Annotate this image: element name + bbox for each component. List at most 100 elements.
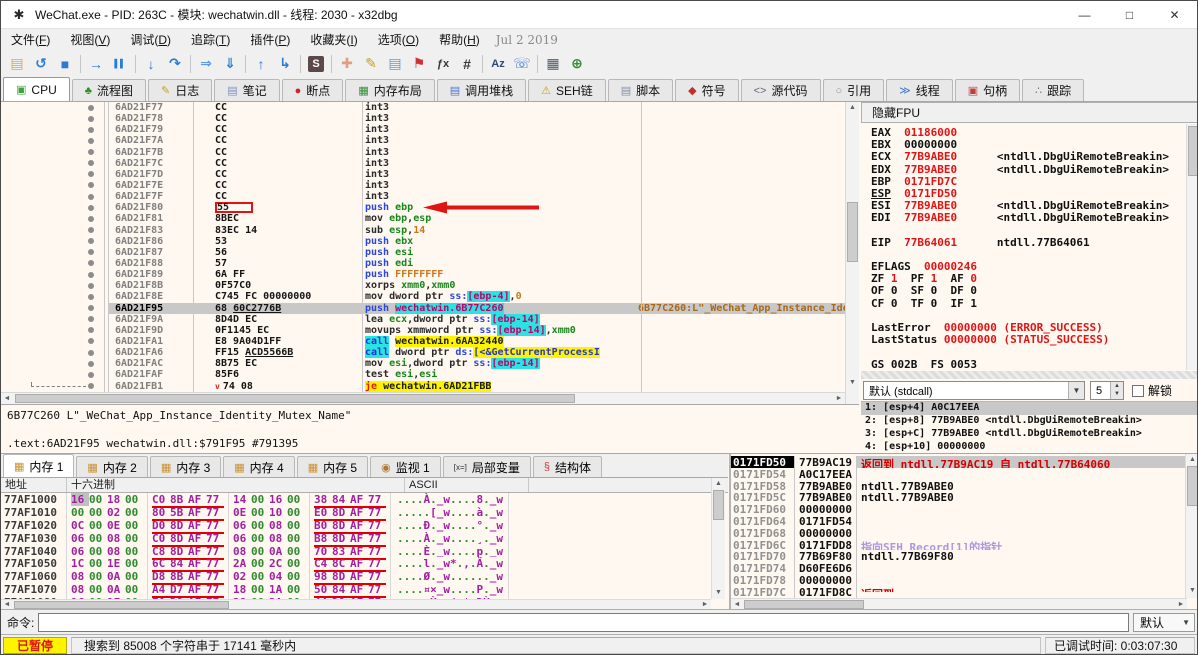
breakpoint-gutter[interactable] [1,157,109,169]
breakpoint-dot-icon[interactable] [88,126,94,133]
restart-button[interactable]: ↺ [29,53,53,75]
breakpoint-gutter[interactable] [1,168,109,180]
disasm-bytes[interactable]: 56 [193,247,365,258]
disasm-address[interactable]: 6AD21F8E [109,291,193,302]
dump-byte-group[interactable]: 98 8D AF 77 [310,570,391,586]
argument-row[interactable]: 2: [esp+8] 77B9ABE0 <ntdll.DbgUiRemoteBr… [861,415,1197,428]
stack-row[interactable]: 0171FD68 00000000 [731,526,1185,540]
register-line[interactable] [871,248,1183,260]
disasm-instruction[interactable]: int3 [365,180,638,191]
breakpoint-dot-icon[interactable] [88,349,94,356]
register-line[interactable]: EAX 01186000 [871,126,1183,139]
disasm-bytes[interactable]: CC [193,124,365,135]
dump-byte-group[interactable]: 50 84 AF 77 [310,583,391,599]
chevron-down-icon[interactable]: ▼ [1068,382,1084,399]
checkbox-icon[interactable] [1132,384,1144,397]
title-bar[interactable]: ✱ WeChat.exe - PID: 263C - 模块: wechatwin… [1,1,1197,29]
breakpoint-dot-icon[interactable] [88,282,94,289]
breakpoint-dot-icon[interactable] [88,327,94,334]
register-line[interactable]: CF 0 TF 0 IF 1 [871,297,1183,310]
breakpoint-gutter[interactable] [1,135,109,147]
stack-value[interactable]: A0C17EEA [795,467,857,481]
hide-fpu-button[interactable]: 隐藏FPU [861,102,1197,123]
dump-byte-group[interactable]: 18 00 1A 00 [229,583,310,596]
attach-button[interactable]: ☏ [510,53,534,75]
stack-row[interactable]: 0171FD58 77B9ABE0 ntdll.77B9ABE0 [731,479,1185,493]
disasm-row[interactable]: 6AD21F8E C745 FC 00000000 mov dword ptr ss… [1,291,845,303]
dump-byte-group[interactable]: 00 00 02 00 [67,505,148,519]
dump-vscrollbar[interactable]: ▲ ▼ [711,478,725,599]
register-line[interactable]: EDX 77B9ABE0 <ntdll.DbgUiRemoteBreakin> [871,163,1183,176]
tab-跟踪[interactable]: ∴ 跟踪 [1022,79,1085,101]
breakpoint-gutter[interactable] [1,124,109,136]
tab-引用[interactable]: ○ 引用 [822,79,885,101]
register-line[interactable] [871,345,1183,357]
tab-内存 3[interactable]: ▦ 内存 3 [149,456,222,477]
disasm-bytes[interactable]: CC [193,169,365,180]
disasm-row[interactable]: 6AD21F9D 0F1145 EC movups xmmword ptr ss:[… [1,324,845,336]
dump-byte-group[interactable]: 16 00 18 00 [67,493,148,506]
breakpoint-gutter[interactable] [1,191,109,203]
disasm-instruction[interactable]: xorps xmm0,xmm0 [365,280,638,291]
breakpoint-gutter[interactable] [1,202,109,214]
disasm-address[interactable]: 6AD21F8B [109,280,193,291]
calculator-button[interactable]: ▦ [541,53,565,75]
breakpoint-gutter[interactable] [1,213,109,225]
disasm-address[interactable]: 6AD21F89 [109,269,193,280]
registers-vscrollbar[interactable] [1186,124,1197,370]
disasm-address[interactable]: 6AD21FAF [109,369,193,380]
disasm-address[interactable]: 6AD21F87 [109,247,193,258]
disasm-address[interactable]: 6AD21F7E [109,180,193,191]
register-line[interactable]: ECX 77B9ABE0 <ntdll.DbgUiRemoteBreakin> [871,150,1183,163]
disasm-row[interactable]: 6AD21F83 83EC 14 sub esp,14 [1,224,845,236]
breakpoint-gutter[interactable] [1,257,109,270]
dump-address[interactable]: 77AF1030 [1,531,67,545]
disasm-row[interactable]: 6AD21F86 53 push ebx [1,235,845,247]
stack-address[interactable]: 0171FD60 [731,503,795,516]
disasm-bytes[interactable]: 57 [193,258,365,269]
register-line[interactable] [871,224,1183,236]
breakpoint-dot-icon[interactable] [88,182,94,189]
disasm-bytes[interactable]: FF15 ACD5566B [193,347,365,358]
breakpoint-gutter[interactable] [1,280,109,292]
disasm-row[interactable]: 6AD21F88 57 push edi [1,257,845,270]
dump-address[interactable]: 77AF1050 [1,557,67,570]
stack-address[interactable]: 0171FD64 [731,514,795,528]
disasm-instruction[interactable]: test esi,esi [365,369,638,380]
tab-内存 2[interactable]: ▦ 内存 2 [76,456,148,477]
tab-流程图[interactable]: ♣ 流程图 [71,79,146,101]
disasm-instruction[interactable]: sub esp,14 [365,225,638,236]
disasm-instruction[interactable]: push wechatwin.6B77C260 [365,302,638,314]
tab-脚本[interactable]: ▤ 脚本 [607,79,674,101]
disasm-instruction[interactable]: movups xmmword ptr ss:[ebp-14],xmm0 [365,324,638,336]
register-line[interactable]: OF 0 SF 0 DF 0 [871,284,1183,297]
register-line[interactable]: LastError 00000000 (ERROR_SUCCESS) [871,321,1183,334]
step-out-button[interactable]: ⇓ [218,53,242,75]
dump-byte-group[interactable]: 80 5B AF 77 [148,505,229,521]
dump-byte-group[interactable]: C8 8D AF 77 [148,544,229,560]
stack-panel[interactable]: 0171FD50 77B9AC19 返回到 ntdll.77B9AC19 自 ntd… [729,454,1197,610]
disasm-bytes[interactable]: 8B75 EC [193,358,365,369]
register-line[interactable]: GS 002B FS 0053 [871,358,1183,370]
disasm-row[interactable]: 6AD21FB1 v 74 08 je wechatwin.6AD21FBB [1,380,845,392]
disasm-bytes[interactable]: 83EC 14 [193,225,365,236]
disasm-bytes[interactable]: 55 [193,202,365,214]
pause-button[interactable]: ▌▌ [108,53,132,75]
disasm-row[interactable]: 6AD21FAC 8B75 EC mov esi,dword ptr ss:[ebp… [1,358,845,370]
stack-value[interactable]: 0171FD54 [795,514,857,528]
disasm-instruction[interactable]: mov dword ptr ss:[ebp-4],0 [365,291,638,303]
disasm-instruction[interactable]: je wechatwin.6AD21FBB [365,380,638,392]
breakpoint-gutter[interactable] [1,102,109,114]
disasm-instruction[interactable]: int3 [365,169,638,180]
stack-value[interactable]: 77B9AC19 [795,456,857,469]
disassembly-panel[interactable]: 6AD21F77 CC int3 6AD21F78 CC int3 6AD21F79 CC in… [1,102,859,453]
menu-item-收藏夹[interactable]: 收藏夹(I) [300,29,367,50]
globe-button[interactable]: ⊕ [565,53,589,75]
tab-源代码[interactable]: <> 源代码 [740,79,821,101]
hash-button[interactable]: # [455,53,479,75]
disasm-bytes[interactable]: CC [193,113,365,124]
disasm-instruction[interactable]: push esi [365,247,638,258]
register-line[interactable]: EDI 77B9ABE0 <ntdll.DbgUiRemoteBreakin> [871,211,1183,224]
disasm-bytes[interactable]: C745 FC 00000000 [193,291,365,302]
disasm-instruction[interactable]: call wechatwin.6AA32440 [365,335,638,347]
